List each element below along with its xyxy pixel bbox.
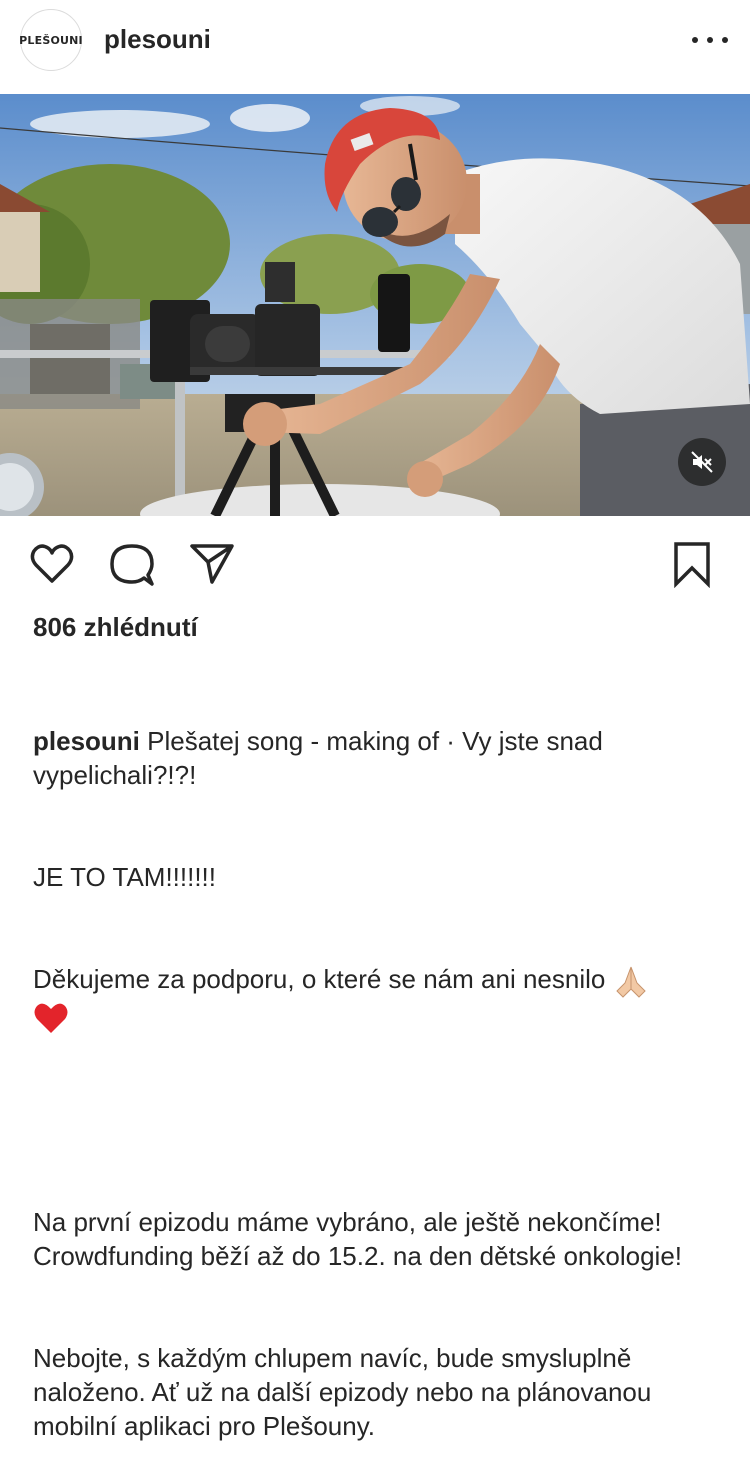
more-options-icon[interactable] bbox=[692, 28, 728, 52]
video-frame bbox=[0, 94, 750, 516]
avatar[interactable]: PLEŠOUNI bbox=[19, 9, 83, 71]
caption-line-3: Děkujeme za podporu, o které se nám ani … bbox=[33, 964, 606, 994]
muted-speaker-icon bbox=[691, 451, 713, 473]
caption-line-5: Nebojte, s každým chlupem navíc, bude sm… bbox=[33, 1343, 659, 1442]
folded-hands-emoji bbox=[615, 966, 646, 998]
caption-line-4: Na první epizodu máme vybráno, ale ještě… bbox=[33, 1207, 683, 1272]
post-header: PLEŠOUNI plesouni bbox=[0, 0, 750, 94]
caption-line-2: JE TO TAM!!!!!!! bbox=[33, 862, 217, 892]
bookmark-icon[interactable] bbox=[668, 540, 716, 588]
caption-username[interactable]: plesouni bbox=[33, 726, 140, 756]
red-heart-emoji bbox=[34, 1003, 68, 1034]
username[interactable]: plesouni bbox=[104, 24, 211, 55]
views-count[interactable]: 806 zhlédnutí bbox=[33, 612, 198, 643]
action-bar bbox=[0, 540, 750, 590]
post-video[interactable] bbox=[0, 94, 750, 516]
mute-button[interactable] bbox=[678, 438, 726, 486]
avatar-logo-text: PLEŠOUNI bbox=[19, 33, 83, 47]
paper-plane-icon[interactable] bbox=[188, 540, 236, 588]
comment-bubble-icon[interactable] bbox=[108, 540, 156, 588]
post-caption: plesouni Plešatej song - making of · Vy … bbox=[33, 656, 723, 1477]
heart-icon[interactable] bbox=[28, 540, 76, 588]
